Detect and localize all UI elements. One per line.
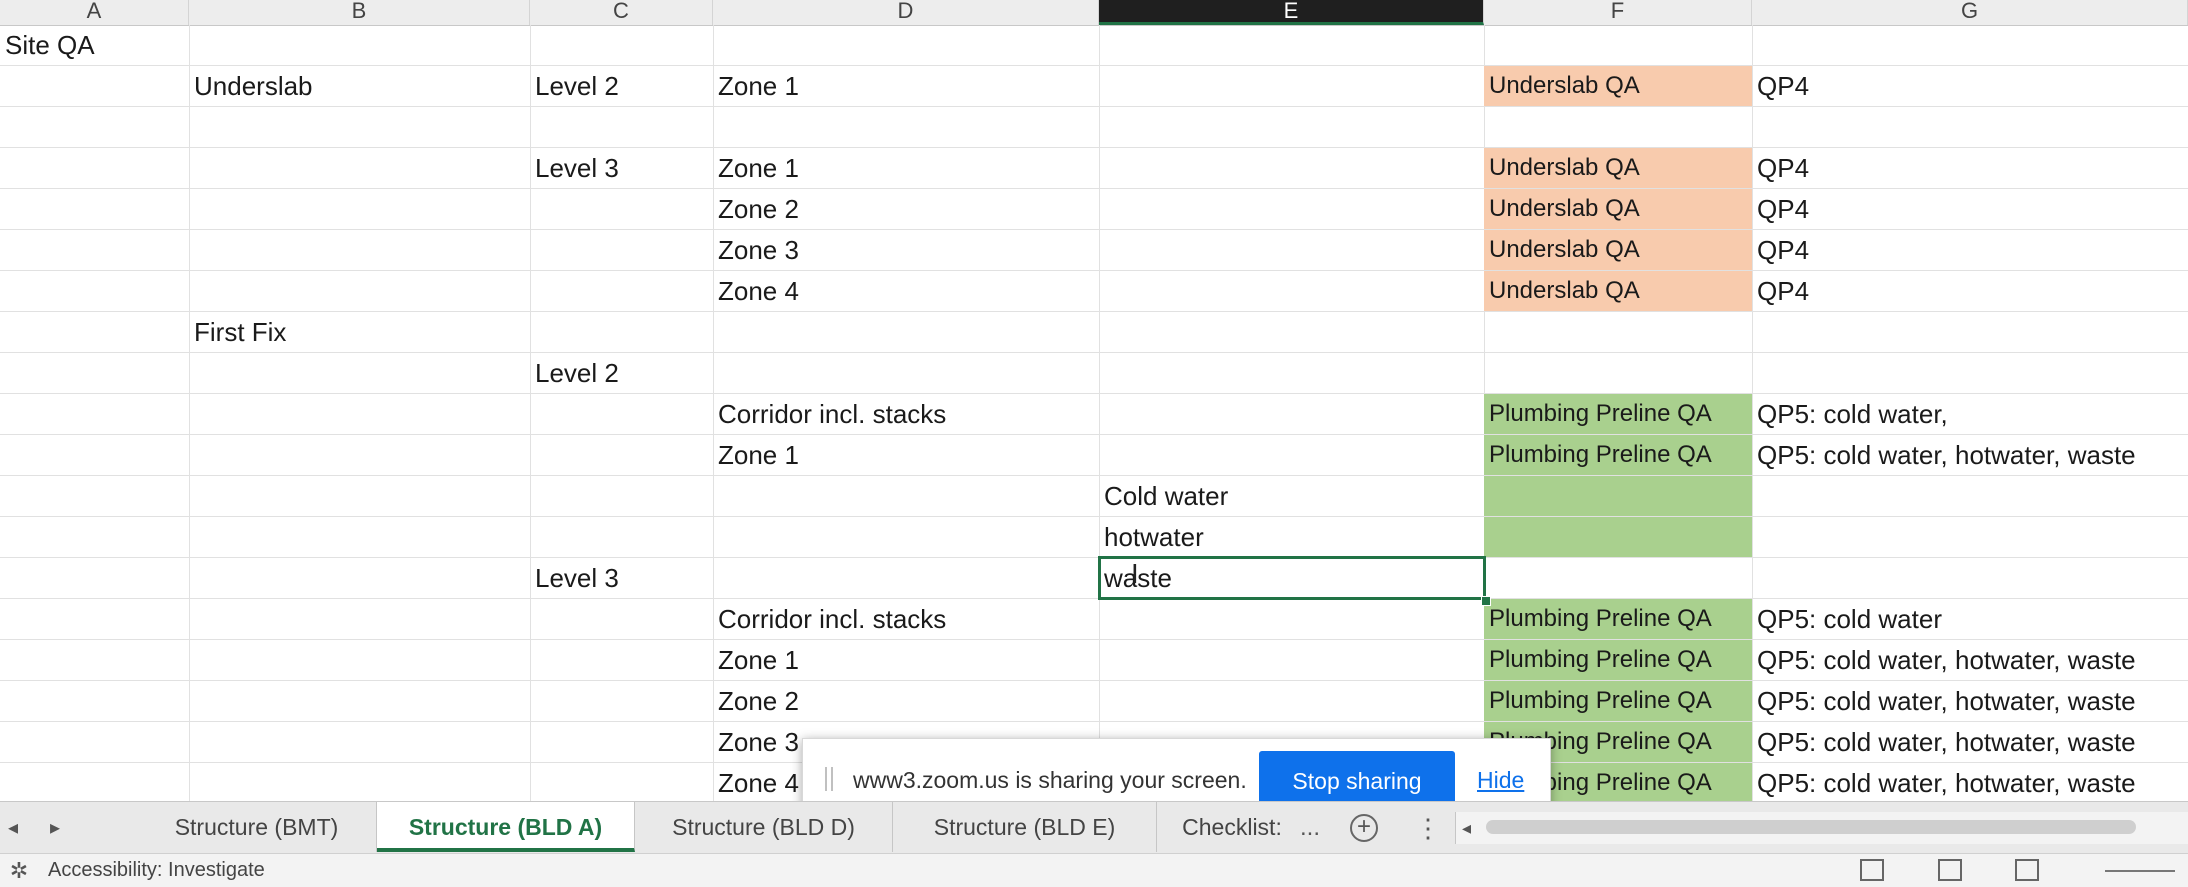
column-header-a[interactable]: A <box>0 0 189 25</box>
cell-d5[interactable]: Zone 2 <box>713 189 799 229</box>
table-row: Corridor incl. stacks Plumbing Preline QA… <box>0 394 2188 435</box>
cell-b8[interactable]: First Fix <box>189 312 286 352</box>
cell-g11[interactable]: QP5: cold water, hotwater, waste <box>1752 435 2136 475</box>
sheet-tab-structure-bld-a[interactable]: Structure (BLD A) <box>377 802 635 852</box>
cell-f16[interactable]: Plumbing Preline QA <box>1484 640 1712 680</box>
sheet-tab-structure-bld-e[interactable]: Structure (BLD E) <box>893 802 1157 852</box>
cell-c9[interactable]: Level 2 <box>530 353 619 393</box>
cell-f5[interactable]: Underslab QA <box>1484 189 1640 229</box>
table-row: Site QA <box>0 25 2188 66</box>
tab-overflow-more[interactable]: ... <box>1300 802 1320 854</box>
add-sheet-icon[interactable]: + <box>1350 814 1378 842</box>
cell-f10[interactable]: Plumbing Preline QA <box>1484 394 1712 434</box>
column-header-f[interactable]: F <box>1484 0 1752 25</box>
table-row: hotwater <box>0 517 2188 558</box>
scrollbar-thumb[interactable] <box>1486 820 2136 834</box>
accessibility-icon: ✲ <box>9 858 29 883</box>
cell-c4[interactable]: Level 3 <box>530 148 619 188</box>
table-row: Zone 3 Underslab QA QP4 <box>0 230 2188 271</box>
sheet-tab-checklist[interactable]: Checklist: <box>1157 802 1307 852</box>
cell-g19[interactable]: QP5: cold water, hotwater, waste <box>1752 763 2136 803</box>
cell-d2[interactable]: Zone 1 <box>713 66 799 106</box>
cell-g4[interactable]: QP4 <box>1752 148 1809 188</box>
cell-d4[interactable]: Zone 1 <box>713 148 799 188</box>
cell-c14[interactable]: Level 3 <box>530 558 619 598</box>
selected-cell-outline[interactable] <box>1098 556 1486 600</box>
table-row: Level 3 Zone 1 Underslab QA QP4 <box>0 148 2188 189</box>
horizontal-scrollbar[interactable]: ◂ <box>1455 812 2188 844</box>
table-row <box>0 107 2188 148</box>
status-bar: ✲ Accessibility: Investigate <box>0 853 2188 887</box>
scroll-left-icon[interactable]: ◂ <box>1462 812 1471 844</box>
table-row: Zone 2 Underslab QA QP4 <box>0 189 2188 230</box>
cell-b2[interactable]: Underslab <box>189 66 313 106</box>
cell-f17[interactable]: Plumbing Preline QA <box>1484 681 1712 721</box>
sheet-tab-structure-bmt[interactable]: Structure (BMT) <box>137 802 377 852</box>
table-row: Zone 2 Plumbing Preline QA QP5: cold water… <box>0 681 2188 722</box>
cell-d6[interactable]: Zone 3 <box>713 230 799 270</box>
cell-g17[interactable]: QP5: cold water, hotwater, waste <box>1752 681 2136 721</box>
cell-g16[interactable]: QP5: cold water, hotwater, waste <box>1752 640 2136 680</box>
cell-g15[interactable]: QP5: cold water <box>1752 599 1942 639</box>
cell-d18[interactable]: Zone 3 <box>713 722 799 762</box>
table-row: Level 2 <box>0 353 2188 394</box>
cell-d7[interactable]: Zone 4 <box>713 271 799 311</box>
cell-f11[interactable]: Plumbing Preline QA <box>1484 435 1712 475</box>
cell-f7[interactable]: Underslab QA <box>1484 271 1640 311</box>
sheet-tab-bar: ◂ ▸ Structure (BMT) Structure (BLD A) St… <box>0 801 2188 854</box>
column-header-b[interactable]: B <box>189 0 530 25</box>
tab-nav-right-icon[interactable]: ▸ <box>50 802 60 854</box>
cell-e13[interactable]: hotwater <box>1099 517 1204 557</box>
fill-handle[interactable] <box>1481 596 1491 606</box>
accessibility-status[interactable]: Accessibility: Investigate <box>48 854 265 887</box>
cell-d11[interactable]: Zone 1 <box>713 435 799 475</box>
table-row: Cold water <box>0 476 2188 517</box>
cell-a1[interactable]: Site QA <box>0 25 95 65</box>
cell-g6[interactable]: QP4 <box>1752 230 1809 270</box>
sheet-tab-structure-bld-d[interactable]: Structure (BLD D) <box>635 802 893 852</box>
cell-d19[interactable]: Zone 4 <box>713 763 799 803</box>
cell-g10[interactable]: QP5: cold water, <box>1752 394 1948 434</box>
cell-g5[interactable]: QP4 <box>1752 189 1809 229</box>
cell-d16[interactable]: Zone 1 <box>713 640 799 680</box>
table-row: Zone 4 Underslab QA QP4 <box>0 271 2188 312</box>
table-row: Corridor incl. stacks Plumbing Preline QA… <box>0 599 2188 640</box>
table-row: Level 3 waste <box>0 558 2188 599</box>
column-header-bar: ABCDEFG <box>0 0 2188 26</box>
table-row: Underslab Level 2 Zone 1 Underslab QA QP4 <box>0 66 2188 107</box>
cell-fill-green <box>1484 476 1752 516</box>
cell-f2[interactable]: Underslab QA <box>1484 66 1640 106</box>
text-cursor-icon: I <box>1131 560 1139 590</box>
cell-g2[interactable]: QP4 <box>1752 66 1809 106</box>
page-layout-icon[interactable] <box>1938 859 1962 881</box>
cell-d17[interactable]: Zone 2 <box>713 681 799 721</box>
column-header-d[interactable]: D <box>713 0 1099 25</box>
tab-nav-left-icon[interactable]: ◂ <box>8 802 18 854</box>
table-row: Zone 1 Plumbing Preline QA QP5: cold water… <box>0 640 2188 681</box>
cell-e12[interactable]: Cold water <box>1099 476 1228 516</box>
page-break-icon[interactable] <box>2015 859 2039 881</box>
cell-c2[interactable]: Level 2 <box>530 66 619 106</box>
column-header-c[interactable]: C <box>530 0 713 25</box>
cell-g7[interactable]: QP4 <box>1752 271 1809 311</box>
table-row: First Fix <box>0 312 2188 353</box>
cell-f15[interactable]: Plumbing Preline QA <box>1484 599 1712 639</box>
cell-d10[interactable]: Corridor incl. stacks <box>713 394 946 434</box>
column-header-g[interactable]: G <box>1752 0 2188 25</box>
cell-f6[interactable]: Underslab QA <box>1484 230 1640 270</box>
zoom-slider[interactable] <box>2105 870 2175 872</box>
cell-d15[interactable]: Corridor incl. stacks <box>713 599 946 639</box>
normal-view-icon[interactable] <box>1860 859 1884 881</box>
more-icon[interactable]: ⋮ <box>1415 802 1441 854</box>
cell-fill-green <box>1484 517 1752 557</box>
table-row: Zone 1 Plumbing Preline QA QP5: cold water… <box>0 435 2188 476</box>
drag-handle-icon[interactable] <box>825 767 833 791</box>
spreadsheet-grid[interactable]: Site QA Underslab Level 2 Zone 1 Underslab Q… <box>0 25 2188 804</box>
cell-f4[interactable]: Underslab QA <box>1484 148 1640 188</box>
cell-g18[interactable]: QP5: cold water, hotwater, waste <box>1752 722 2136 762</box>
column-header-e[interactable]: E <box>1099 0 1484 25</box>
